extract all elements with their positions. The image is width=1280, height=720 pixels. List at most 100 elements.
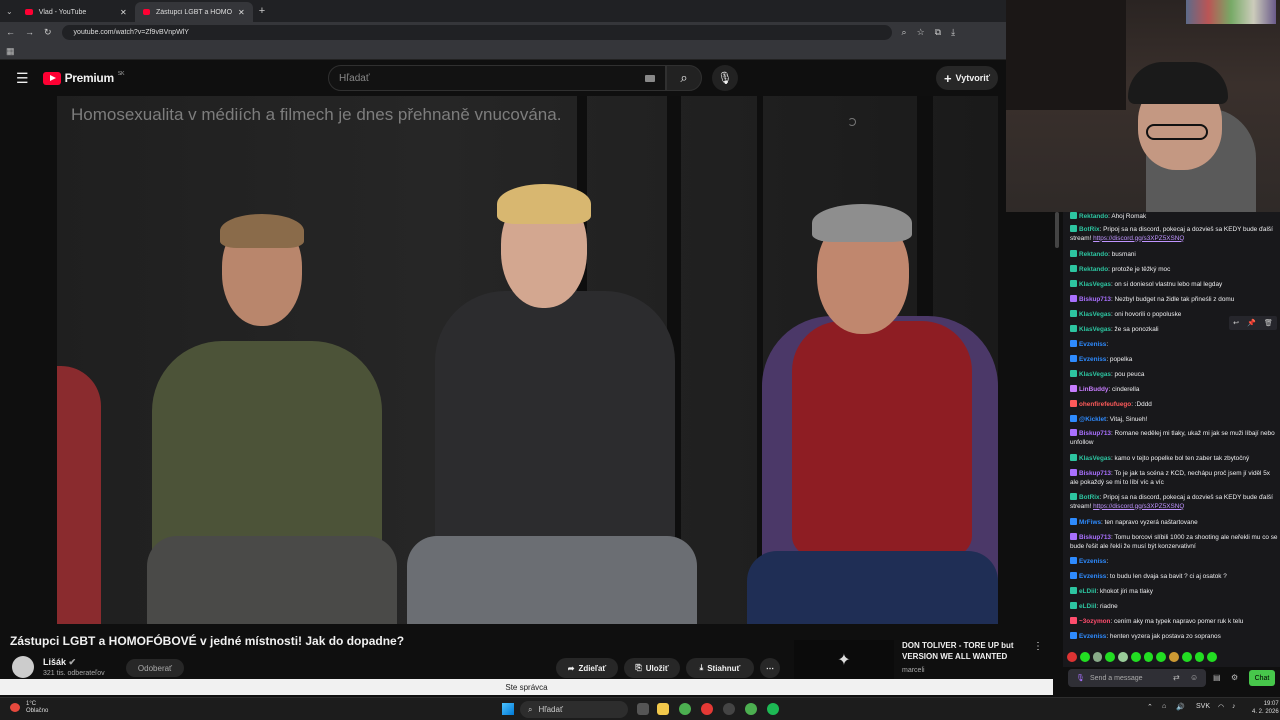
chat-send-button[interactable]: Chat bbox=[1249, 670, 1275, 686]
reload-icon[interactable]: ↻ bbox=[44, 27, 52, 38]
weather-widget[interactable]: 1°C Oblačno bbox=[26, 701, 48, 715]
chat-username[interactable]: BotRix bbox=[1079, 226, 1100, 233]
chat-username[interactable]: KlasVegas bbox=[1079, 326, 1111, 333]
share-button[interactable]: ➦ Zdieľať bbox=[556, 658, 618, 678]
spotify-icon[interactable] bbox=[767, 703, 779, 715]
emote-icon[interactable] bbox=[1105, 652, 1115, 662]
chat-username[interactable]: KlasVegas bbox=[1079, 281, 1111, 288]
search-input[interactable]: Hľadať bbox=[328, 65, 666, 91]
back-icon[interactable]: ← bbox=[6, 27, 15, 37]
chat-username[interactable]: KlasVegas bbox=[1079, 371, 1111, 378]
file-explorer-icon[interactable] bbox=[657, 703, 669, 715]
chat-username[interactable]: Rektando bbox=[1079, 266, 1108, 273]
voice-search-button[interactable]: 🎙 bbox=[712, 65, 738, 91]
task-view-icon[interactable] bbox=[637, 703, 649, 715]
settings-gear-icon[interactable]: ⚙ bbox=[1231, 673, 1238, 682]
emote-icon[interactable] bbox=[1156, 652, 1166, 662]
search-button[interactable]: ⌕ bbox=[666, 65, 702, 91]
chat-username[interactable]: Biskup713 bbox=[1079, 470, 1111, 477]
recommended-thumbnail[interactable]: ✦ bbox=[794, 640, 894, 680]
chat-username[interactable]: Evzeniss bbox=[1079, 341, 1106, 348]
chat-username[interactable]: ~3ozymon bbox=[1079, 618, 1110, 625]
chat-username[interactable]: Evzeniss bbox=[1079, 558, 1106, 565]
zoom-icon[interactable]: ⌕ bbox=[902, 27, 907, 38]
more-actions-button[interactable]: ⋯ bbox=[760, 658, 780, 678]
pin-icon[interactable]: 📌 bbox=[1247, 319, 1256, 327]
unsubscribe-button[interactable]: Odoberať bbox=[126, 659, 184, 677]
emote-icon[interactable] bbox=[1194, 652, 1205, 662]
emote-icon[interactable] bbox=[1079, 652, 1090, 662]
hamburger-menu-icon[interactable]: ☰ bbox=[16, 70, 29, 87]
apps-icon[interactable]: ▦ bbox=[6, 46, 15, 56]
chat-username[interactable]: @Kicklet bbox=[1079, 416, 1106, 423]
chat-link[interactable]: https://discord.gg/s3XPZ5XSNQ bbox=[1093, 235, 1184, 242]
emote-icon[interactable] bbox=[1207, 652, 1217, 662]
youtube-logo[interactable]: Premium SK bbox=[42, 71, 125, 85]
chat-username[interactable]: KlasVegas bbox=[1079, 455, 1111, 462]
chat-username[interactable]: MrFiws bbox=[1079, 519, 1101, 526]
mic-icon[interactable]: 🎙 bbox=[1076, 674, 1085, 682]
tray-chevron-icon[interactable]: ⌃ bbox=[1147, 703, 1153, 711]
recommended-more-icon[interactable]: ⋮ bbox=[1033, 641, 1043, 652]
video-player[interactable]: Homosexualita v médiích a filmech je dne… bbox=[57, 96, 998, 624]
obs-icon[interactable] bbox=[723, 703, 735, 715]
close-tab-icon[interactable]: ✕ bbox=[238, 8, 245, 17]
start-button-icon[interactable] bbox=[502, 703, 514, 715]
recommended-title[interactable]: DON TOLIVER - TORE UP but VERSION WE ALL… bbox=[902, 640, 1022, 662]
network-icon[interactable]: ⌂ bbox=[1162, 703, 1166, 710]
chat-username[interactable]: KlasVegas bbox=[1079, 311, 1111, 318]
download-icon[interactable]: ⤓ bbox=[951, 27, 955, 38]
chat-username[interactable]: eLDiil bbox=[1079, 588, 1096, 595]
chat-username[interactable]: BotRix bbox=[1079, 494, 1100, 501]
keyboard-icon[interactable] bbox=[645, 75, 655, 82]
chat-username[interactable]: Rektando bbox=[1079, 251, 1108, 258]
emote-icon[interactable] bbox=[1181, 652, 1192, 662]
url-field[interactable]: youtube.com/watch?v=Zf9vBVnpWlY bbox=[61, 24, 892, 40]
chat-username[interactable]: Biskup713 bbox=[1079, 430, 1111, 437]
translate-icon[interactable]: ⇄ bbox=[1173, 673, 1180, 682]
tab-vlad[interactable]: Vlad - YouTube ✕ bbox=[17, 2, 135, 22]
page-scrollbar[interactable] bbox=[1055, 212, 1059, 248]
chat-username[interactable]: ohenfirefeufuego bbox=[1079, 401, 1131, 408]
chat-username[interactable]: eLDiil bbox=[1079, 603, 1096, 610]
new-tab-icon[interactable]: + bbox=[259, 5, 265, 17]
download-button[interactable]: ⤓ Stiahnuť bbox=[686, 658, 754, 678]
chrome-icon[interactable] bbox=[679, 703, 691, 715]
tab-search-icon[interactable]: ⌄ bbox=[6, 7, 13, 16]
emote-icon[interactable] bbox=[1092, 652, 1103, 662]
save-button[interactable]: ⎘ Uložiť bbox=[624, 658, 680, 678]
emote-icon[interactable] bbox=[1143, 652, 1154, 662]
emote-icon[interactable] bbox=[1118, 652, 1128, 662]
bookmark-star-icon[interactable]: ☆ bbox=[917, 27, 925, 38]
store-icon[interactable]: ▤ bbox=[1213, 673, 1221, 682]
tab-current-video[interactable]: Zástupci LGBT a HOMOFÓBOVÉ v ✕ bbox=[134, 2, 253, 22]
chat-username[interactable]: Evzeniss bbox=[1079, 633, 1106, 640]
extensions-icon[interactable]: ⧉ bbox=[935, 27, 941, 38]
emote-icon[interactable] bbox=[1169, 652, 1179, 662]
chat-username[interactable]: LinBuddy bbox=[1079, 386, 1108, 393]
reply-icon[interactable]: ↩ bbox=[1233, 319, 1239, 327]
chat-input[interactable]: 🎙 Send a message bbox=[1068, 669, 1206, 687]
chat-link[interactable]: https://discord.gg/s3XPZ5XSNQ bbox=[1093, 503, 1184, 510]
app-red-icon[interactable] bbox=[701, 703, 713, 715]
delete-icon[interactable]: 🗑 bbox=[1264, 319, 1273, 327]
chat-username[interactable]: Biskup713 bbox=[1079, 296, 1111, 303]
emoji-icon[interactable]: ☺ bbox=[1190, 673, 1198, 682]
volume-icon[interactable]: 🔊 bbox=[1176, 703, 1185, 711]
forward-icon[interactable]: → bbox=[25, 27, 34, 37]
speaker-icon[interactable]: ♪ bbox=[1232, 703, 1236, 710]
chrome-active-icon[interactable] bbox=[745, 703, 757, 715]
chat-username[interactable]: Rektando bbox=[1079, 213, 1108, 220]
emote-icon[interactable] bbox=[1067, 652, 1077, 662]
create-button[interactable]: + Vytvoriť bbox=[936, 66, 998, 90]
language-indicator[interactable]: SVK bbox=[1196, 703, 1210, 710]
taskbar-search[interactable]: ⌕ Hľadať bbox=[520, 701, 628, 718]
chat-username[interactable]: Evzeniss bbox=[1079, 356, 1106, 363]
channel-avatar[interactable] bbox=[12, 656, 34, 678]
channel-name[interactable]: Lišák ✔ bbox=[43, 657, 76, 668]
close-tab-icon[interactable]: ✕ bbox=[120, 8, 127, 17]
clock[interactable]: 19:07 4. 2. 2026 bbox=[1252, 700, 1279, 716]
wifi-icon[interactable]: ◠ bbox=[1218, 703, 1224, 711]
emote-icon[interactable] bbox=[1130, 652, 1141, 662]
chat-username[interactable]: Biskup713 bbox=[1079, 534, 1111, 541]
